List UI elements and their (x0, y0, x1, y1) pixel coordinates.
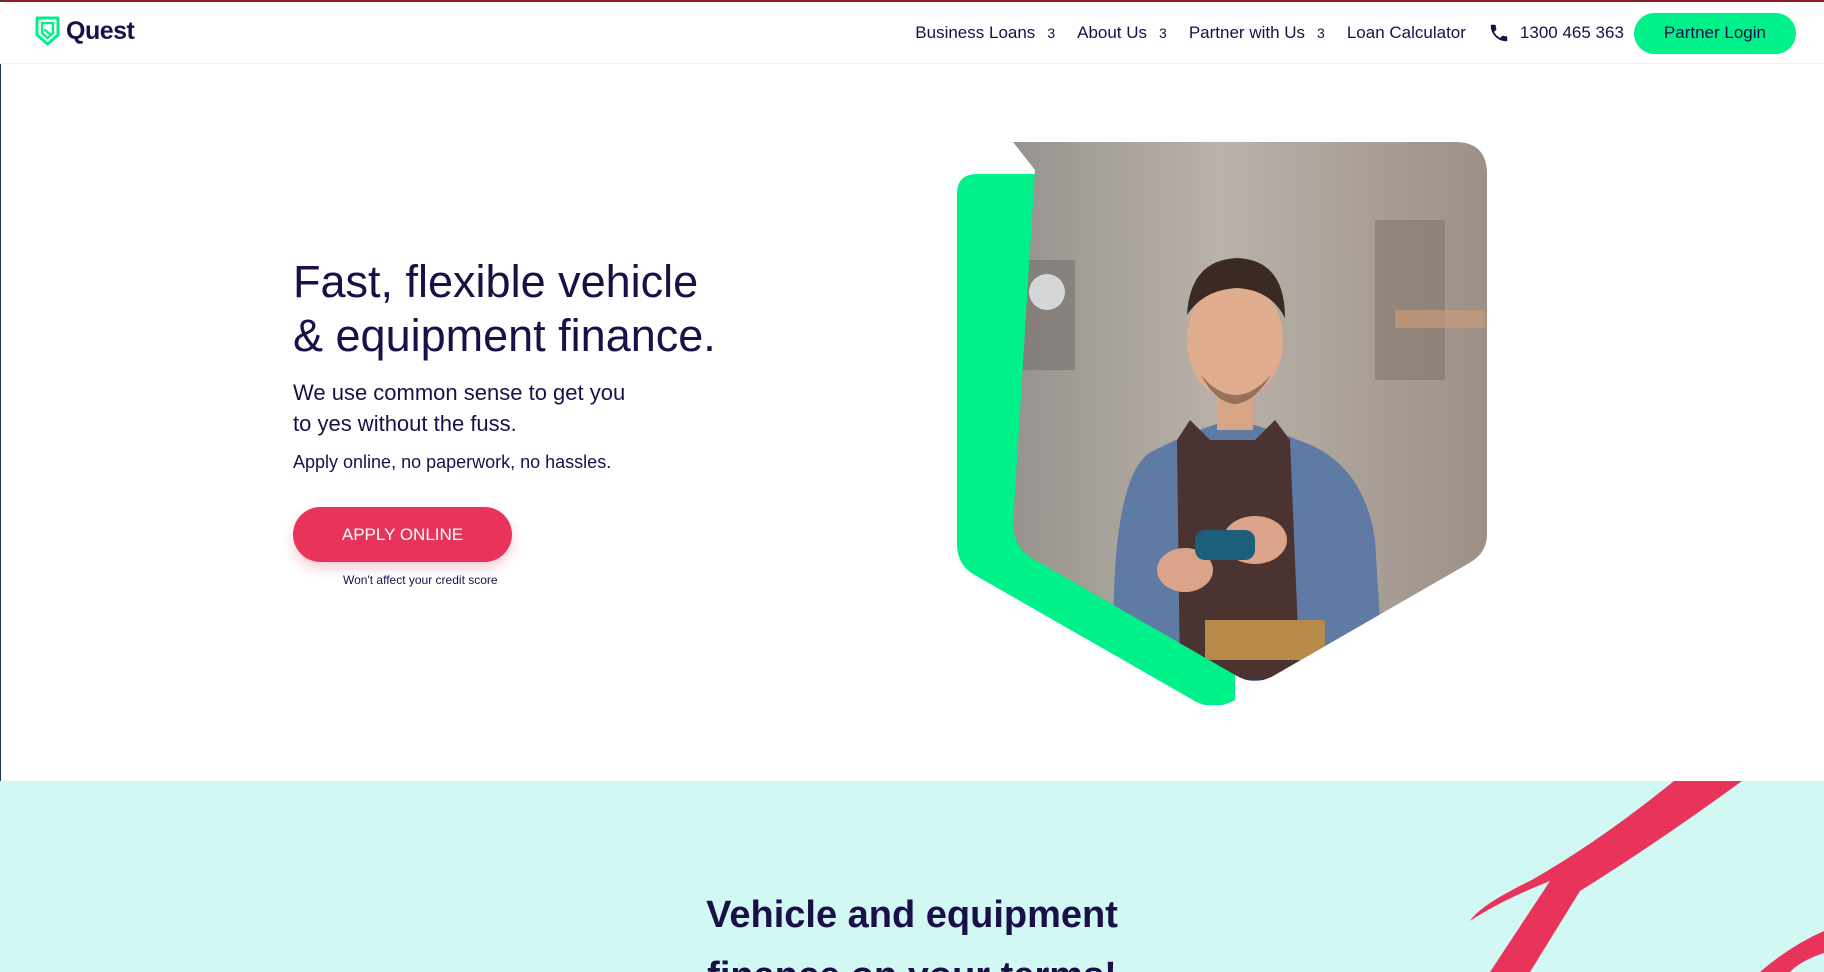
hero-photo-graphic (957, 142, 1487, 705)
chevron-down-icon: 3 (1317, 25, 1325, 41)
nav-about-us[interactable]: About Us 3 (1077, 23, 1167, 43)
hero-subtitle: We use common sense to get you to yes wi… (293, 377, 693, 439)
hero-title: Fast, flexible vehicle & equipment finan… (293, 255, 813, 363)
hero-title-line-2: & equipment finance. (293, 310, 716, 361)
nav-loan-calculator[interactable]: Loan Calculator (1347, 23, 1466, 43)
site-header: Quest Business Loans 3 About Us 3 Partne… (0, 2, 1824, 64)
nav-business-loans[interactable]: Business Loans 3 (915, 23, 1055, 43)
worker-photo (1013, 142, 1487, 681)
hero-subtitle-line-2: to yes without the fuss. (293, 411, 517, 436)
phone-number: 1300 465 363 (1519, 23, 1624, 42)
apply-online-button[interactable]: APPLY ONLINE (293, 507, 512, 562)
nav-label: Loan Calculator (1346, 23, 1466, 42)
hero-tagline: Apply online, no paperwork, no hassles. (293, 452, 612, 472)
partner-login-button[interactable]: Partner Login (1633, 12, 1796, 54)
hero-subtitle-line-1: We use common sense to get you (293, 380, 626, 405)
shield-logo-icon (35, 16, 60, 46)
nav-partner-with-us[interactable]: Partner with Us 3 (1189, 23, 1325, 43)
nav-label: Partner with Us (1188, 23, 1306, 42)
main-nav: Business Loans 3 About Us 3 Partner with… (915, 12, 1796, 54)
credit-score-note: Won't affect your credit score (343, 573, 498, 587)
nav-label: Business Loans (915, 23, 1036, 42)
logo-wordmark: Quest (66, 16, 135, 45)
quest-logo[interactable]: Quest (35, 16, 135, 46)
phone-icon (1490, 24, 1508, 42)
terms-title-line-2: finance on your terms! (707, 955, 1117, 972)
chevron-down-icon: 3 (1159, 25, 1167, 41)
terms-section-title: Vehicle and equipment finance on your te… (0, 885, 1824, 972)
nav-label: About Us (1077, 23, 1148, 42)
hero-title-line-1: Fast, flexible vehicle (293, 256, 699, 307)
phone-link[interactable]: 1300 465 363 (1488, 22, 1624, 44)
chevron-down-icon: 3 (1047, 25, 1056, 41)
terms-title-line-1: Vehicle and equipment (706, 894, 1118, 936)
terms-section: Vehicle and equipment finance on your te… (0, 781, 1824, 972)
